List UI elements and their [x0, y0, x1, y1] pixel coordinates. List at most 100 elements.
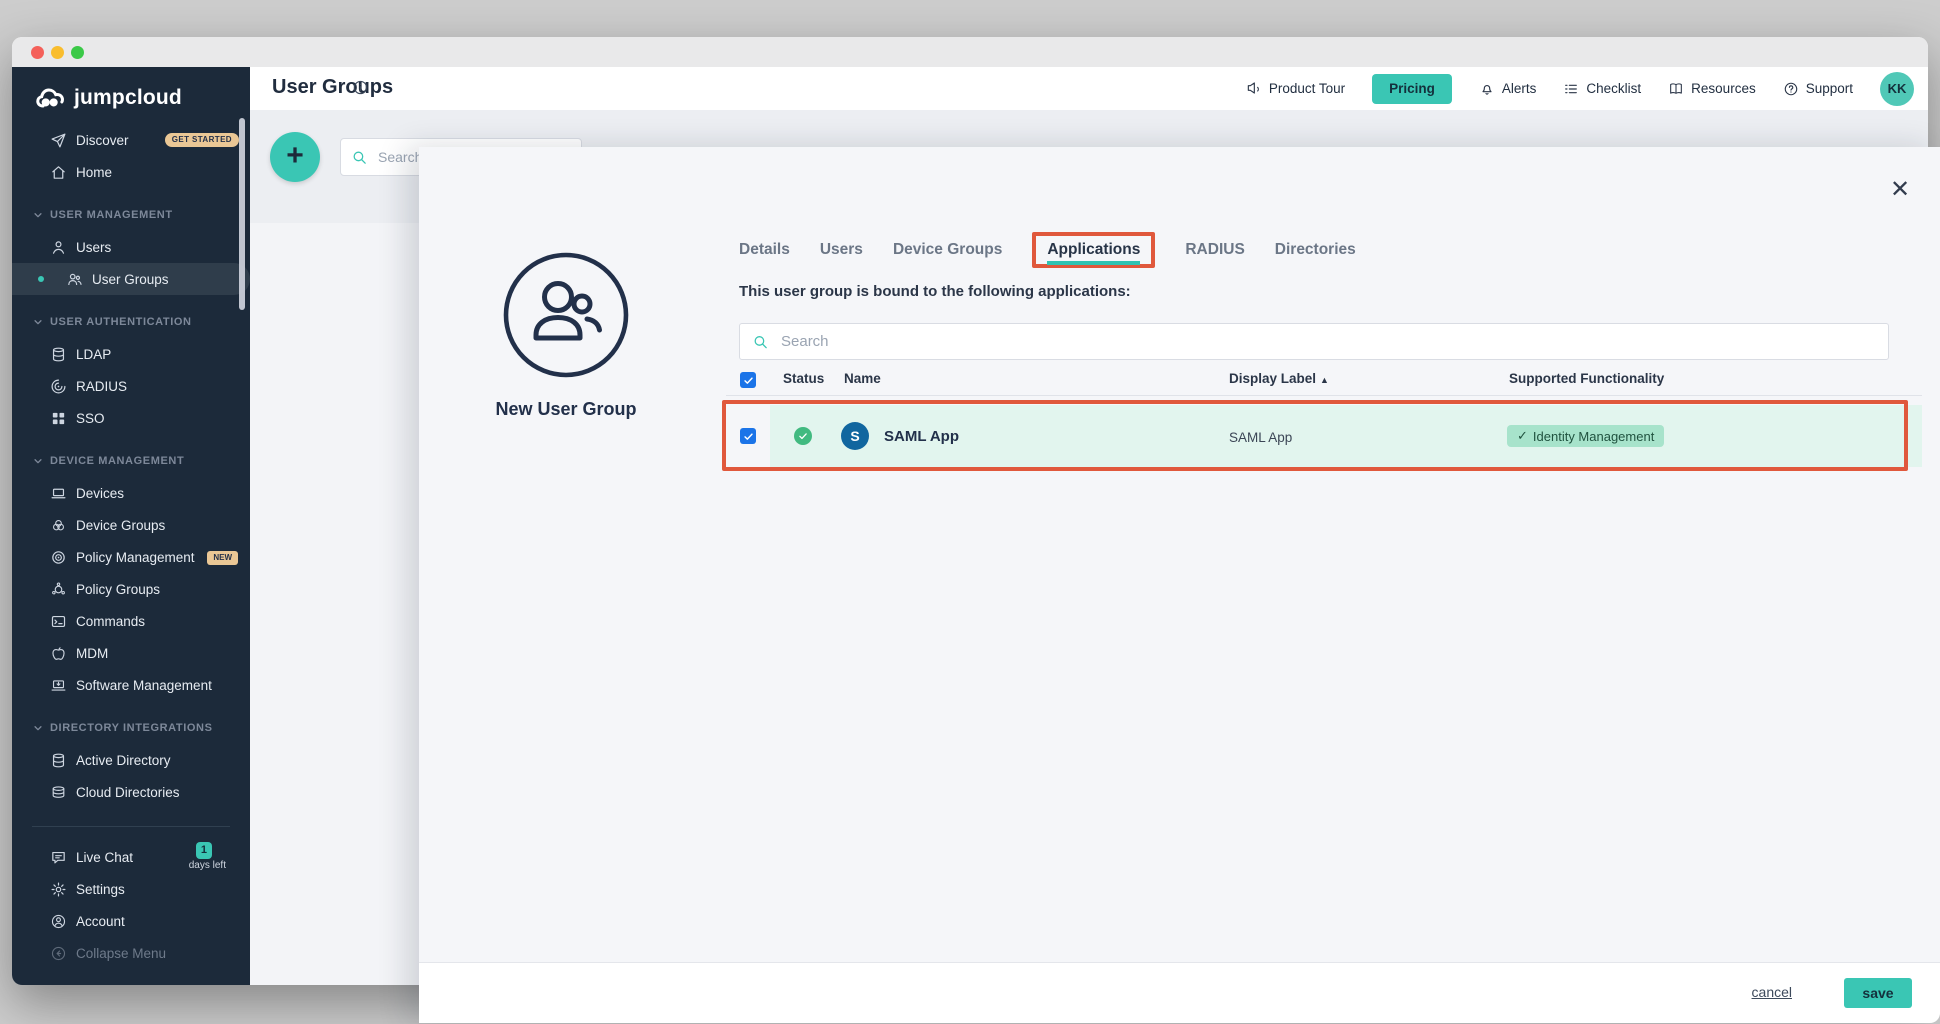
sidebar-item-collapse-menu[interactable]: Collapse Menu — [12, 937, 250, 969]
sidebar-item-live-chat[interactable]: Live Chat 1 days left — [12, 841, 250, 873]
sidebar-item-policy-management[interactable]: Policy Management NEW — [12, 541, 250, 573]
megaphone-icon — [1246, 81, 1262, 97]
tab-radius[interactable]: RADIUS — [1185, 241, 1244, 259]
app-display-label: SAML App — [1229, 430, 1292, 445]
sidebar-item-user-groups[interactable]: User Groups — [12, 263, 250, 295]
status-active-icon — [794, 427, 812, 445]
sidebar-item-cloud-directories[interactable]: Cloud Directories — [12, 776, 250, 808]
tab-users[interactable]: Users — [820, 241, 863, 259]
sidebar-item-users[interactable]: Users — [12, 231, 250, 263]
sidebar-section-directory-integrations[interactable]: DIRECTORY INTEGRATIONS — [12, 712, 250, 744]
product-tour-button[interactable]: Product Tour — [1246, 81, 1345, 97]
database-icon — [50, 752, 67, 769]
cancel-button[interactable]: cancel — [1752, 984, 1792, 1000]
close-window-button[interactable] — [31, 46, 44, 59]
sidebar-item-label: Commands — [76, 614, 145, 629]
sidebar-item-label: Users — [76, 240, 111, 255]
radar-icon — [50, 378, 67, 395]
column-display-label[interactable]: Display Label▲ — [1229, 371, 1329, 386]
chat-icon — [50, 849, 67, 866]
sidebar-item-label: RADIUS — [76, 379, 127, 394]
terminal-icon — [50, 613, 67, 630]
home-icon — [50, 164, 67, 181]
sidebar: jumpcloud Discover GET STARTED Home USER… — [12, 67, 250, 985]
sidebar-item-active-directory[interactable]: Active Directory — [12, 744, 250, 776]
add-user-group-button[interactable]: + — [270, 132, 320, 182]
bound-applications-text: This user group is bound to the followin… — [739, 283, 1131, 300]
bell-icon — [1479, 81, 1495, 97]
jumpcloud-logo[interactable]: jumpcloud — [36, 81, 182, 115]
sidebar-section-user-management[interactable]: USER MANAGEMENT — [12, 199, 250, 231]
sidebar-item-label: User Groups — [92, 272, 169, 287]
info-icon[interactable] — [352, 79, 369, 96]
sidebar-section-user-authentication[interactable]: USER AUTHENTICATION — [12, 306, 250, 338]
pricing-button[interactable]: Pricing — [1372, 74, 1452, 104]
chevron-down-icon — [33, 456, 43, 466]
sidebar-item-label: Devices — [76, 486, 124, 501]
tab-directories[interactable]: Directories — [1275, 241, 1356, 259]
users-icon — [66, 271, 83, 288]
account-icon — [50, 913, 67, 930]
applications-search-box — [739, 323, 1889, 360]
sidebar-item-discover[interactable]: Discover GET STARTED — [12, 124, 250, 156]
new-badge: NEW — [207, 551, 238, 565]
sidebar-item-label: MDM — [76, 646, 108, 661]
user-group-avatar-icon — [503, 252, 629, 378]
molecule-icon — [50, 581, 67, 598]
sidebar-item-label: Active Directory — [76, 753, 171, 768]
search-icon — [752, 333, 769, 350]
column-status: Status — [783, 371, 824, 386]
sidebar-item-account[interactable]: Account — [12, 905, 250, 937]
sidebar-item-label: Policy Groups — [76, 582, 160, 597]
sidebar-item-label: Software Management — [76, 678, 212, 693]
sidebar-item-settings[interactable]: Settings — [12, 873, 250, 905]
support-button[interactable]: Support — [1783, 81, 1853, 97]
sidebar-item-commands[interactable]: Commands — [12, 605, 250, 637]
sidebar-section-device-management[interactable]: DEVICE MANAGEMENT — [12, 445, 250, 477]
sidebar-item-devices[interactable]: Devices — [12, 477, 250, 509]
app-name: SAML App — [884, 428, 959, 445]
tab-details[interactable]: Details — [739, 241, 790, 259]
sidebar-item-label: Device Groups — [76, 518, 165, 533]
close-icon[interactable]: ✕ — [1887, 177, 1913, 203]
sidebar-item-ldap[interactable]: LDAP — [12, 338, 250, 370]
days-left-label: days left — [189, 860, 226, 871]
sidebar-item-sso[interactable]: SSO — [12, 402, 250, 434]
sidebar-item-home[interactable]: Home — [12, 156, 250, 188]
column-supported-functionality: Supported Functionality — [1509, 371, 1664, 386]
software-icon — [50, 677, 67, 694]
sidebar-item-label: Home — [76, 165, 112, 180]
panel-tabs: Details Users Device Groups Applications… — [739, 230, 1356, 269]
tab-device-groups[interactable]: Device Groups — [893, 241, 1002, 259]
question-circle-icon — [1783, 81, 1799, 97]
sidebar-item-policy-groups[interactable]: Policy Groups — [12, 573, 250, 605]
sidebar-item-label: LDAP — [76, 347, 111, 362]
table-header: Status Name Display Label▲ Supported Fun… — [726, 369, 1922, 396]
grid-icon — [50, 410, 67, 427]
select-all-checkbox[interactable] — [740, 372, 756, 388]
sidebar-item-label: Discover — [76, 133, 129, 148]
group-name: New User Group — [446, 399, 686, 420]
user-avatar[interactable]: KK — [1880, 72, 1914, 106]
applications-search-input[interactable] — [779, 332, 1876, 351]
checklist-button[interactable]: Checklist — [1563, 81, 1641, 97]
days-left-badge: 1 — [196, 842, 212, 859]
sidebar-scrollbar-thumb[interactable] — [239, 118, 245, 310]
sidebar-item-mdm[interactable]: MDM — [12, 637, 250, 669]
save-button[interactable]: save — [1844, 978, 1912, 1008]
sidebar-item-device-groups[interactable]: Device Groups — [12, 509, 250, 541]
rocket-icon — [50, 132, 67, 149]
tab-applications[interactable]: Applications — [1047, 241, 1140, 265]
sidebar-item-radius[interactable]: RADIUS — [12, 370, 250, 402]
row-checkbox[interactable] — [740, 428, 756, 444]
sidebar-item-label: Settings — [76, 882, 125, 897]
sidebar-item-software-management[interactable]: Software Management — [12, 669, 250, 701]
get-started-badge: GET STARTED — [165, 133, 239, 147]
maximize-window-button[interactable] — [71, 46, 84, 59]
user-icon — [50, 239, 67, 256]
alerts-button[interactable]: Alerts — [1479, 81, 1537, 97]
resources-button[interactable]: Resources — [1668, 81, 1756, 97]
table-row[interactable]: S SAML App SAML App ✓ Identity Managemen… — [726, 405, 1922, 467]
minimize-window-button[interactable] — [51, 46, 64, 59]
annotation-box-tab: Applications — [1032, 232, 1155, 268]
